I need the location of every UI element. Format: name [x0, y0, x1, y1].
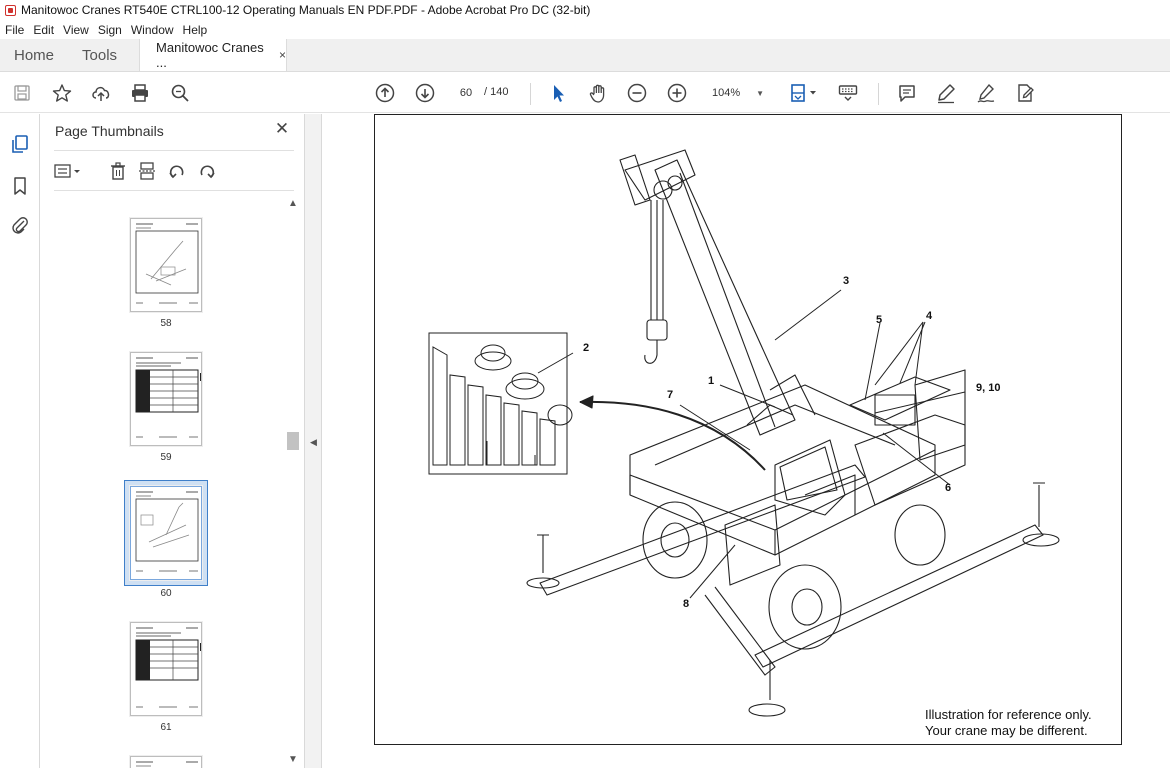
callout-1: 1 [708, 375, 715, 387]
thumbnail-page-58[interactable] [130, 218, 202, 312]
bookmark-star-icon[interactable] [50, 81, 74, 105]
panel-divider [54, 190, 294, 191]
thumbnail-page-59[interactable] [130, 352, 202, 446]
attachments-icon[interactable] [8, 214, 32, 238]
zoom-in-icon[interactable] [665, 81, 689, 105]
thumbnail-label-58: 58 [160, 318, 172, 329]
tab-tools[interactable]: Tools [68, 39, 131, 71]
panel-divider [54, 150, 294, 151]
upload-cloud-icon[interactable] [89, 81, 113, 105]
menu-edit[interactable]: Edit [28, 23, 58, 37]
panel-close-icon[interactable]: ✕ [273, 120, 291, 138]
rotate-right-icon[interactable] [196, 160, 218, 182]
scroll-up-icon[interactable]: ▲ [287, 198, 299, 209]
thumbnail-page-60[interactable] [130, 486, 202, 580]
callout-3: 3 [843, 275, 850, 287]
delete-page-icon[interactable] [107, 160, 129, 182]
crane-illustration [428, 149, 1060, 717]
sign-icon[interactable] [974, 81, 998, 105]
illustration-caption: Illustration for reference only. Your cr… [925, 707, 1092, 739]
caption-line-2: Your crane may be different. [925, 723, 1088, 738]
page-thumbnails-icon[interactable] [8, 132, 32, 156]
zoom-level-dropdown[interactable]: 104% ▼ [706, 83, 768, 103]
callout-9-10: 9, 10 [976, 382, 1001, 394]
thumbnail-page-partial[interactable] [130, 756, 202, 768]
select-cursor-icon[interactable] [546, 81, 570, 105]
toolbar-divider [878, 83, 879, 105]
zoom-out-icon[interactable] [625, 81, 649, 105]
menu-window[interactable]: Window [126, 23, 178, 37]
page-down-icon[interactable] [413, 81, 437, 105]
hand-pan-icon[interactable] [586, 81, 610, 105]
acrobat-logo-icon [5, 4, 16, 16]
zoom-level: 104% [712, 87, 741, 99]
keyboard-scroll-icon[interactable] [836, 81, 860, 105]
chevron-down-icon: ▼ [756, 88, 764, 98]
menu-sign[interactable]: Sign [93, 23, 126, 37]
pdf-page: 1 2 3 4 5 6 7 8 9, 10 Illustration for r… [374, 114, 1122, 745]
tab-close-icon[interactable]: × [279, 48, 286, 62]
thumbnails-panel: Page Thumbnails ✕ 58 59 60 61 ▲ ▼ [41, 114, 304, 768]
fill-sign-icon[interactable] [1013, 81, 1037, 105]
thumbnail-label-60: 60 [160, 588, 172, 599]
callout-8: 8 [683, 598, 690, 610]
title-bar: Manitowoc Cranes RT540E CTRL100-12 Opera… [0, 0, 1170, 20]
menu-bar: File Edit View Sign Window Help [0, 20, 211, 39]
callout-2: 2 [583, 342, 590, 354]
caption-line-1: Illustration for reference only. [925, 707, 1092, 722]
print-icon[interactable] [128, 81, 152, 105]
comment-icon[interactable] [895, 81, 919, 105]
callout-6: 6 [945, 482, 952, 494]
tab-document[interactable]: Manitowoc Cranes ... × [139, 39, 288, 71]
callout-7: 7 [667, 389, 674, 401]
acrobat-window: Manitowoc Cranes RT540E CTRL100-12 Opera… [0, 0, 1170, 768]
bookmarks-icon[interactable] [8, 174, 32, 198]
collapse-panel-icon[interactable]: ◀ [310, 437, 317, 448]
menu-help[interactable]: Help [178, 23, 212, 37]
scroll-down-icon[interactable]: ▼ [287, 754, 299, 765]
panel-splitter[interactable]: ◀ [304, 114, 322, 768]
thumbnail-label-59: 59 [160, 452, 172, 463]
tab-bar: Home Tools Manitowoc Cranes ... × [0, 39, 1170, 72]
menu-file[interactable]: File [0, 23, 28, 37]
search-zoom-icon[interactable] [168, 81, 192, 105]
callout-5: 5 [876, 314, 883, 326]
thumbnail-page-61[interactable] [130, 622, 202, 716]
window-title: Manitowoc Cranes RT540E CTRL100-12 Opera… [21, 3, 591, 17]
thumbnail-label-61: 61 [160, 722, 172, 733]
rotate-left-icon[interactable] [166, 160, 188, 182]
save-icon[interactable] [10, 81, 34, 105]
fit-page-icon[interactable] [786, 81, 820, 105]
tab-home[interactable]: Home [0, 39, 68, 71]
menu-view[interactable]: View [58, 23, 93, 37]
page-up-icon[interactable] [373, 81, 397, 105]
tab-document-label: Manitowoc Cranes ... [156, 40, 264, 70]
navigation-rail [0, 114, 40, 768]
panel-title: Page Thumbnails [55, 123, 164, 139]
main-toolbar: / 140 104% ▼ [0, 73, 1170, 113]
thumbnail-scrollbar[interactable] [287, 432, 299, 450]
thumbnail-options-icon[interactable] [53, 160, 87, 182]
page-number-input[interactable] [454, 83, 478, 103]
page-total: / 140 [484, 86, 509, 98]
callout-4: 4 [926, 310, 933, 322]
extract-pages-icon[interactable] [136, 160, 158, 182]
toolbar-divider [530, 83, 531, 105]
highlight-pen-icon[interactable] [934, 81, 958, 105]
